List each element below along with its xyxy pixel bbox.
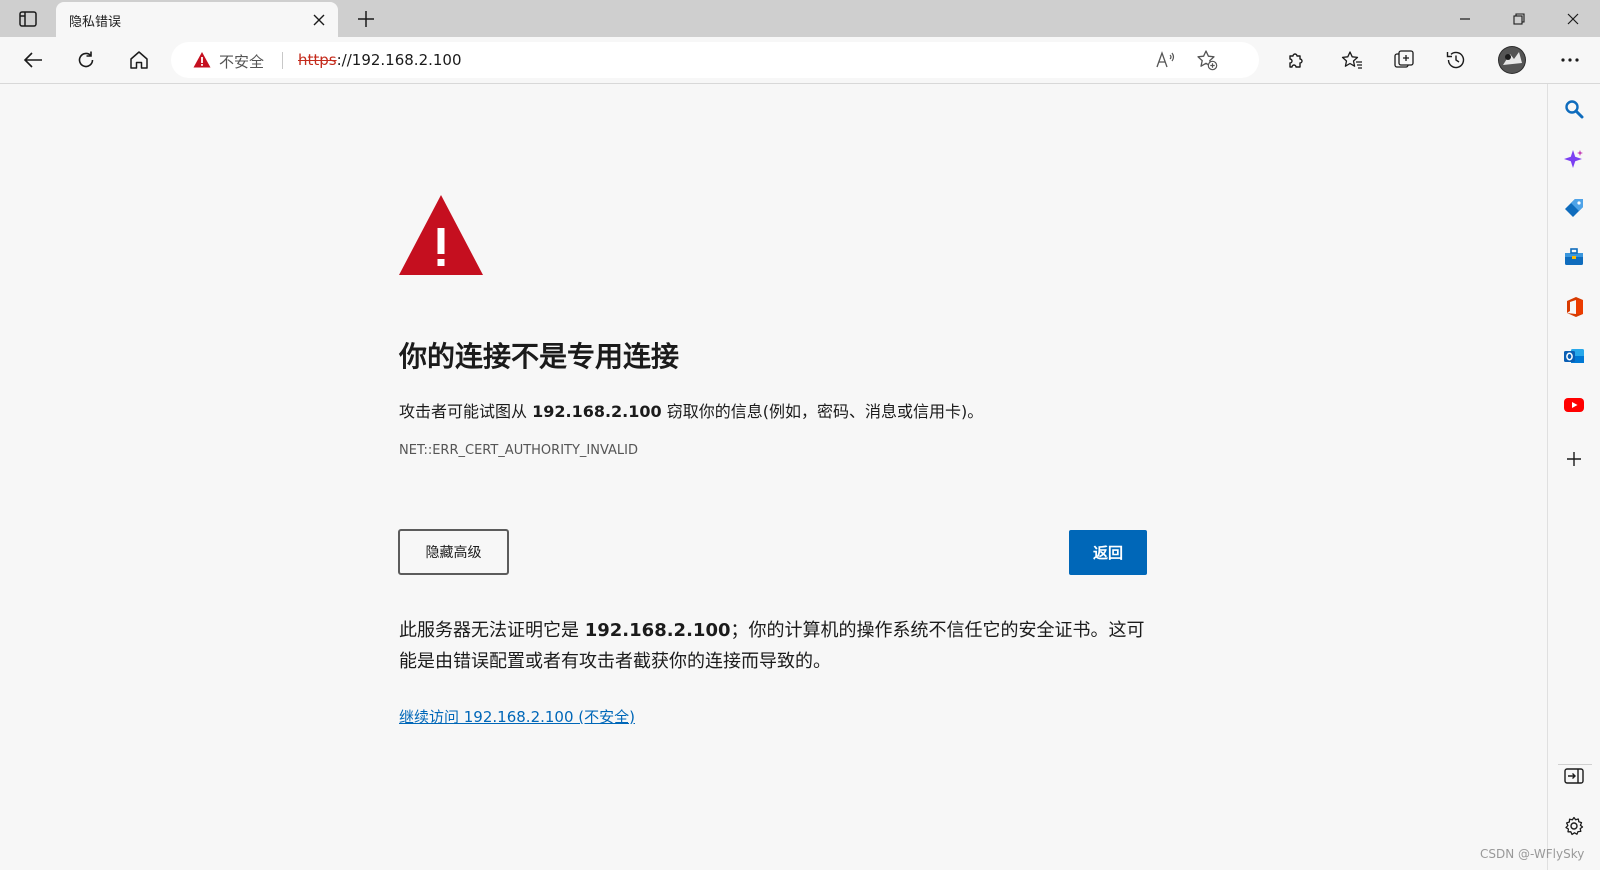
- warning-triangle-icon[interactable]: [193, 51, 211, 69]
- favorites-button[interactable]: [1336, 45, 1368, 75]
- collections-icon: [1394, 50, 1414, 68]
- history-button[interactable]: [1440, 45, 1472, 75]
- new-tab-button[interactable]: [352, 6, 380, 32]
- plus-icon: [1567, 452, 1581, 466]
- hide-advanced-button[interactable]: 隐藏高级: [398, 529, 509, 575]
- advanced-details: 此服务器无法证明它是 192.168.2.100；你的计算机的操作系统不信任它的…: [399, 615, 1159, 677]
- sidebar-office-button[interactable]: [1558, 292, 1590, 322]
- close-icon: [1567, 13, 1579, 24]
- url-host: ://192.168.2.100: [336, 51, 462, 69]
- edge-sidebar: [1547, 84, 1600, 870]
- omnibox-divider: [282, 52, 283, 69]
- description-suffix: 窃取你的信息(例如，密码、消息或信用卡)。: [661, 402, 984, 421]
- sidebar-youtube-button[interactable]: [1558, 390, 1590, 420]
- not-secure-label[interactable]: 不安全: [219, 51, 264, 72]
- toolbox-icon: [1565, 248, 1583, 265]
- sidebar-outlook-button[interactable]: [1558, 341, 1590, 371]
- collections-button[interactable]: [1388, 45, 1420, 75]
- sidebar-copilot-button[interactable]: [1558, 144, 1590, 174]
- read-aloud-icon: [1156, 51, 1175, 68]
- watermark: CSDN @-WFlySky: [1480, 847, 1585, 861]
- tab-close-button[interactable]: [308, 9, 330, 31]
- sidebar-tools-button[interactable]: [1558, 242, 1590, 272]
- office-icon: [1567, 297, 1583, 317]
- minimize-button[interactable]: [1438, 0, 1492, 37]
- star-add-icon: [1197, 50, 1218, 71]
- sidebar-search-button[interactable]: [1558, 94, 1590, 124]
- back-to-safety-button[interactable]: 返回: [1069, 530, 1147, 575]
- close-window-button[interactable]: [1546, 0, 1600, 37]
- navigation-toolbar: 不安全 https://192.168.2.100: [0, 37, 1600, 109]
- detail-host: 192.168.2.100: [584, 620, 731, 641]
- close-icon: [313, 14, 325, 26]
- address-bar[interactable]: 不安全 https://192.168.2.100: [171, 42, 1259, 78]
- arrow-left-icon: [23, 52, 42, 68]
- sidebar-add-button[interactable]: [1558, 444, 1590, 474]
- profile-button[interactable]: [1496, 45, 1528, 75]
- gear-icon: [1565, 816, 1584, 836]
- back-button[interactable]: [17, 45, 49, 75]
- avatar: [1498, 46, 1526, 74]
- page-title: 你的连接不是专用连接: [399, 340, 680, 373]
- panel-collapse-icon: [1564, 768, 1584, 784]
- youtube-icon: [1564, 398, 1584, 412]
- extensions-button[interactable]: [1280, 45, 1312, 75]
- sidebar-shopping-button[interactable]: [1558, 193, 1590, 223]
- more-horizontal-icon: [1561, 58, 1579, 62]
- sparkle-icon: [1564, 150, 1583, 168]
- title-bar: 隐私错误: [0, 0, 1600, 37]
- search-icon: [1565, 100, 1584, 119]
- plus-icon: [358, 11, 374, 27]
- warning-triangle-icon: [399, 195, 483, 275]
- tab-actions-button[interactable]: [12, 7, 44, 31]
- sidebar-settings-button[interactable]: [1558, 811, 1590, 841]
- favorites-icon: [1341, 51, 1362, 69]
- home-icon: [130, 51, 148, 69]
- detail-prefix: 此服务器无法证明它是: [399, 620, 585, 641]
- settings-more-button[interactable]: [1554, 45, 1586, 75]
- restore-icon: [1513, 12, 1525, 25]
- tab-actions-icon: [19, 11, 37, 27]
- refresh-button[interactable]: [70, 45, 102, 75]
- puzzle-icon: [1289, 53, 1303, 68]
- proceed-unsafe-link[interactable]: 继续访问 192.168.2.100 (不安全): [399, 706, 635, 727]
- error-description: 攻击者可能试图从 192.168.2.100 窃取你的信息(例如，密码、消息或信…: [399, 398, 983, 422]
- description-prefix: 攻击者可能试图从: [399, 402, 533, 421]
- tab-title: 隐私错误: [69, 15, 122, 30]
- home-button[interactable]: [123, 45, 155, 75]
- url-protocol: https: [298, 51, 337, 69]
- url-text[interactable]: https://192.168.2.100: [298, 51, 462, 69]
- refresh-icon: [78, 51, 94, 68]
- error-page: 你的连接不是专用连接 攻击者可能试图从 192.168.2.100 窃取你的信息…: [0, 85, 1547, 870]
- add-favorite-button[interactable]: [1194, 48, 1220, 72]
- description-host: 192.168.2.100: [532, 402, 662, 421]
- history-icon: [1446, 51, 1465, 69]
- error-code[interactable]: NET::ERR_CERT_AUTHORITY_INVALID: [399, 443, 638, 458]
- tag-icon: [1565, 199, 1583, 217]
- read-aloud-button[interactable]: [1153, 48, 1179, 72]
- minimize-icon: [1460, 17, 1470, 20]
- sidebar-hide-button[interactable]: [1558, 761, 1590, 791]
- outlook-icon: [1564, 349, 1584, 363]
- restore-button[interactable]: [1492, 0, 1546, 37]
- browser-tab[interactable]: 隐私错误: [56, 2, 338, 37]
